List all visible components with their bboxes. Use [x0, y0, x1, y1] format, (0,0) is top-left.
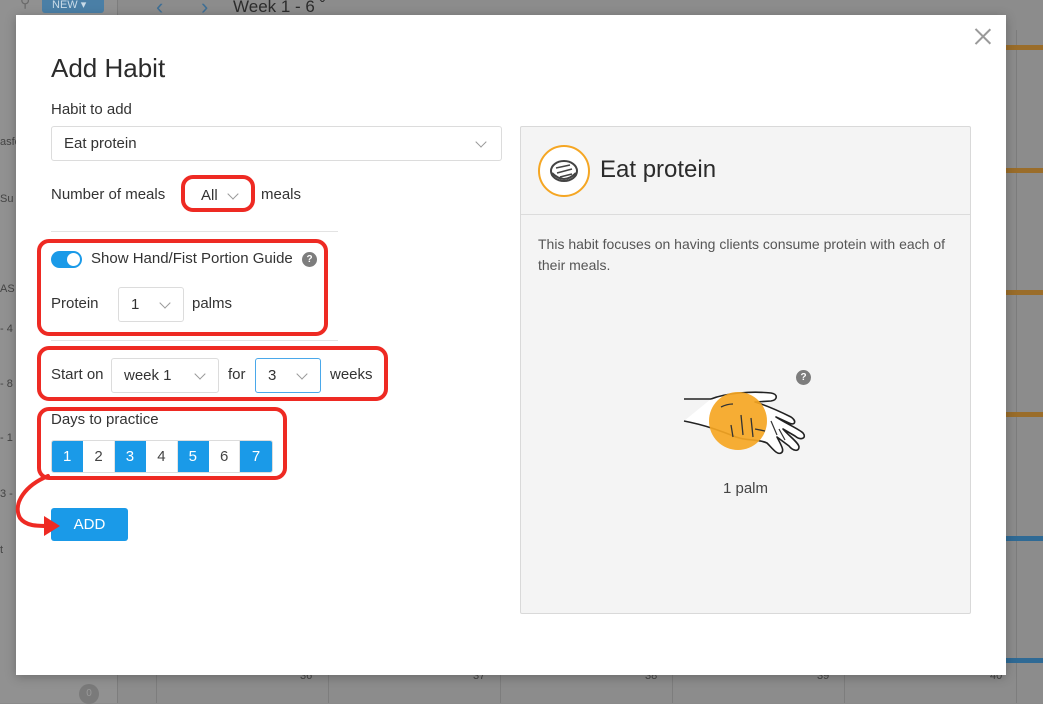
portion-text: 1 palm: [722, 480, 769, 497]
day-button-1[interactable]: 1: [52, 441, 84, 472]
add-habit-modal: Add Habit Habit to add Eat protein Numbe…: [15, 15, 1006, 675]
calendar-column-line: [1016, 30, 1017, 703]
meals-select-value: All: [201, 187, 218, 204]
calendar-event-bar: [1006, 290, 1043, 295]
preview-description: This habit focuses on having clients con…: [538, 236, 946, 273]
side-text: AS: [0, 283, 15, 295]
divider: [51, 231, 338, 232]
protein-select-value: 1: [131, 296, 140, 313]
search-icon: ⚲: [20, 0, 31, 10]
side-text: Su: [0, 193, 14, 205]
calendar-event-bar: [1006, 412, 1043, 417]
side-text: t: [0, 544, 4, 556]
duration-select[interactable]: 3: [255, 358, 321, 393]
habit-label: Habit to add: [51, 101, 132, 118]
habit-select[interactable]: Eat protein: [51, 126, 502, 161]
start-week-select[interactable]: week 1: [111, 358, 219, 393]
chevron-down-icon: [159, 297, 171, 309]
help-icon[interactable]: ?: [796, 370, 811, 385]
toggle-knob: [67, 253, 80, 266]
days-selector: 1 2 3 4 5 6 7: [51, 440, 273, 473]
calendar-event-bar: [1006, 536, 1043, 541]
protein-label: Protein: [51, 295, 99, 312]
preview-header: Eat protein: [521, 127, 970, 215]
meat-steak-icon: [538, 145, 590, 197]
protein-unit: palms: [192, 295, 233, 312]
habit-select-value: Eat protein: [64, 135, 137, 152]
side-text: - 8: [0, 378, 13, 390]
days-label: Days to practice: [51, 411, 159, 428]
day-button-4[interactable]: 4: [146, 441, 178, 472]
duration-unit: weeks: [330, 366, 373, 383]
day-button-7[interactable]: 7: [240, 441, 272, 472]
day-button-6[interactable]: 6: [208, 441, 241, 472]
badge-icon: 0: [79, 684, 99, 704]
meals-suffix: meals: [261, 186, 302, 203]
chevron-down-icon: [296, 368, 308, 380]
calendar-event-bar: [1006, 168, 1043, 173]
close-icon[interactable]: [972, 25, 994, 47]
side-text: - 4: [0, 323, 13, 335]
preview-title: Eat protein: [600, 156, 717, 183]
annotation-arrow: [15, 474, 60, 536]
chevron-down-icon: [475, 136, 487, 148]
day-button-3[interactable]: 3: [114, 441, 147, 472]
calendar-event-bar: [1006, 45, 1043, 50]
side-text: - 1: [0, 432, 13, 444]
help-icon[interactable]: ?: [302, 252, 317, 267]
chevron-down-icon: [227, 188, 239, 200]
divider: [51, 340, 338, 341]
day-button-5[interactable]: 5: [177, 441, 209, 472]
protein-select[interactable]: 1: [118, 287, 184, 322]
duration-value: 3: [268, 367, 277, 384]
new-button: NEW ▾: [42, 0, 104, 13]
start-label: Start on: [51, 366, 104, 383]
habit-preview-panel: Eat protein This habit focuses on having…: [520, 126, 971, 614]
start-week-value: week 1: [124, 367, 172, 384]
for-label: for: [228, 366, 246, 383]
modal-title: Add Habit: [51, 53, 166, 83]
chevron-down-icon: [194, 368, 206, 380]
palm-hand-icon: [683, 391, 806, 455]
portion-guide-label: Show Hand/Fist Portion Guide: [91, 250, 293, 267]
portion-guide-toggle[interactable]: [51, 251, 82, 268]
day-button-2[interactable]: 2: [83, 441, 115, 472]
calendar-event-bar: [1006, 658, 1043, 663]
meals-label: Number of meals: [51, 186, 166, 203]
meals-select[interactable]: All: [188, 178, 250, 213]
